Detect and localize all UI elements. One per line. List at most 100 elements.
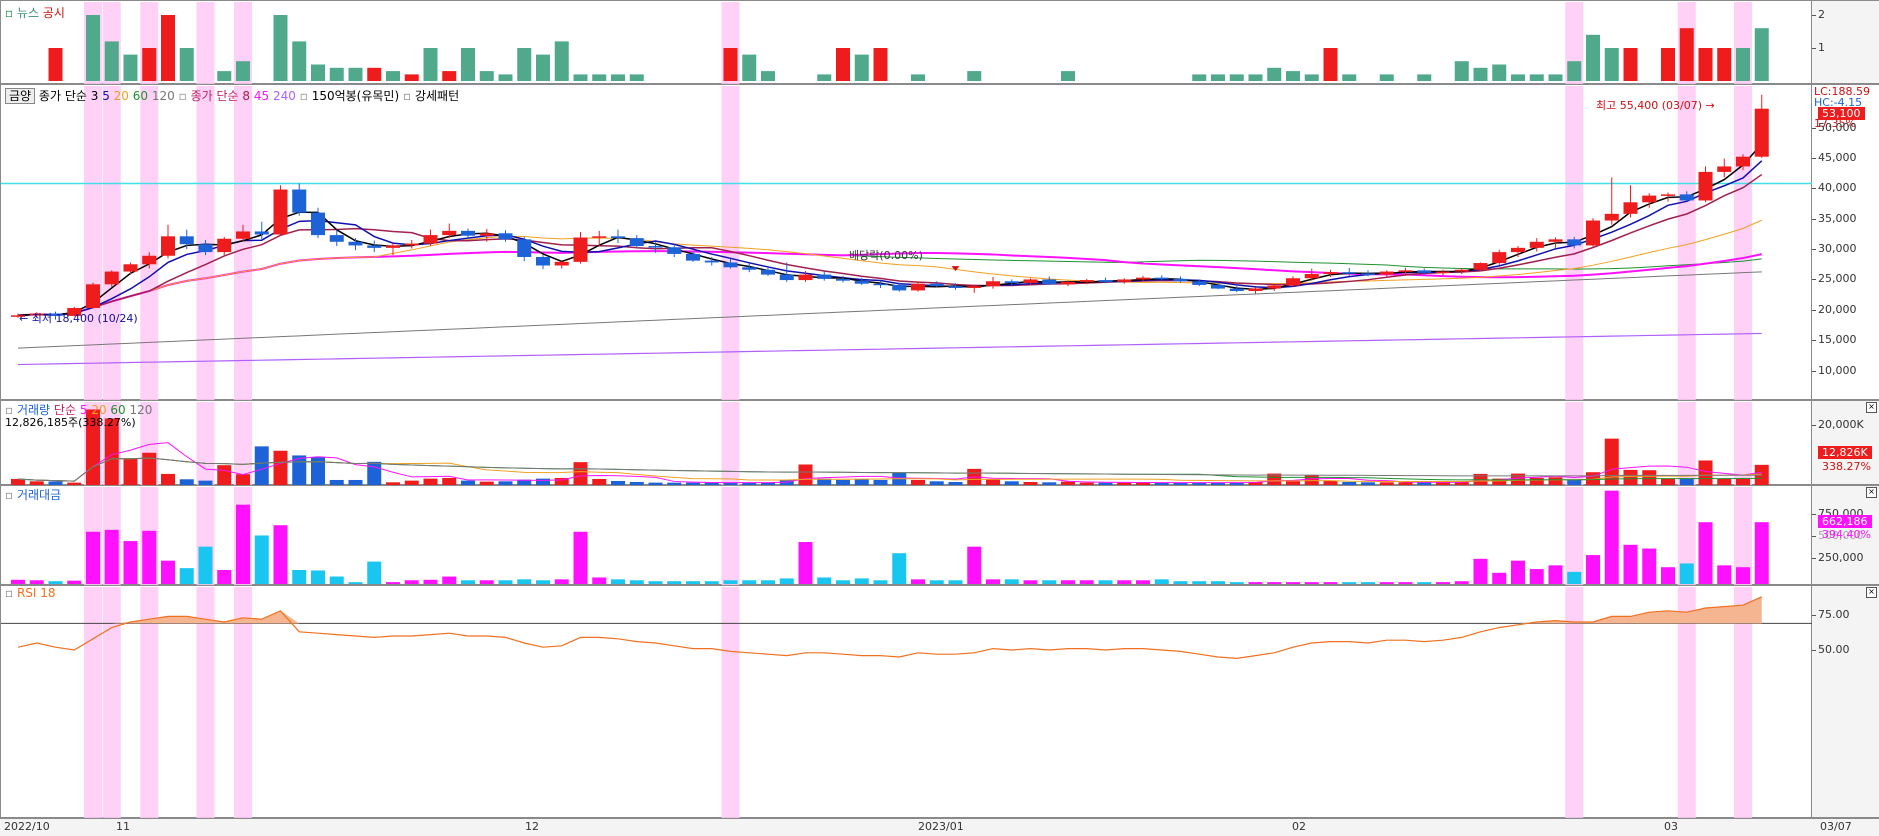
low-annotation: ← 최저 18,400 (10/24): [19, 310, 138, 326]
news-bar: [423, 48, 438, 81]
news-axis: 2 1: [1812, 0, 1879, 84]
news-bar: [1454, 61, 1469, 81]
extra2-label[interactable]: 강세패턴: [415, 89, 459, 103]
price-tick: 20,000: [1818, 302, 1857, 316]
candle-body: [948, 286, 963, 288]
trading-value-bar: [836, 580, 850, 584]
close-volume-icon[interactable]: ×: [1866, 402, 1877, 413]
extra1-toggle[interactable]: ▫: [300, 89, 308, 103]
ma-5-label[interactable]: 5: [102, 89, 110, 103]
volume-plot[interactable]: ▫ 거래량 단순 5 20 60 120 12,826,185주(338.27%…: [0, 400, 1812, 485]
price-tick: 15,000: [1818, 333, 1857, 347]
candle-body: [367, 245, 382, 248]
trading-value-bar: [911, 579, 925, 584]
candle-body: [817, 274, 832, 279]
candle-body: [1567, 239, 1582, 246]
trading-value-bar: [817, 577, 832, 584]
trading-value-bar: [723, 580, 738, 584]
ma-b-toggle[interactable]: ▫: [179, 89, 187, 103]
rsi-axis: 75.00 50.00: [1812, 585, 1879, 818]
news-square-icon[interactable]: ▫: [5, 6, 13, 20]
candle-body: [1736, 156, 1750, 167]
ma-240-label[interactable]: 240: [273, 89, 296, 103]
trading-value-toggle[interactable]: ▫: [5, 488, 13, 502]
volume-bar: [161, 473, 175, 485]
candle-body: [179, 236, 194, 245]
trading-value-bar: [1398, 582, 1413, 584]
trading-value-bar: [217, 570, 232, 584]
volume-bar: [1511, 473, 1525, 485]
candle-body: [723, 262, 738, 268]
candle-body: [1342, 272, 1357, 274]
highlight-column: [234, 86, 252, 400]
trading-value-bar: [123, 541, 138, 584]
trading-value-bar: [273, 525, 288, 584]
close-rsi-icon[interactable]: ×: [1866, 587, 1877, 598]
news-bar: [123, 54, 138, 81]
candle-body: [123, 264, 138, 272]
ma-60-label[interactable]: 60: [133, 89, 148, 103]
volume-bar: [1529, 477, 1544, 485]
x-label-11: 11: [116, 820, 130, 833]
trading-value-bar: [667, 581, 682, 584]
news-bar: [573, 74, 588, 81]
price-tick: 45,000: [1818, 150, 1857, 164]
news-bar: [1473, 67, 1488, 81]
rsi-plot[interactable]: ▫ RSI 18: [0, 585, 1813, 818]
disclosure-label: 공시: [42, 6, 65, 20]
highlight-column: [196, 2, 215, 84]
ma-45-label[interactable]: 45: [254, 89, 269, 103]
trading-value-plot[interactable]: ▫ 거래대금: [0, 485, 1812, 585]
candle-body: [911, 283, 925, 291]
volume-bar: [367, 461, 382, 485]
ma-8-label[interactable]: 8: [242, 89, 250, 103]
right-arrow-icon: →: [1705, 99, 1715, 112]
extra1-label[interactable]: 150억봉(유목민): [312, 89, 399, 103]
trading-value-bar: [1079, 580, 1094, 584]
volume-sub-label: 12,826,185주(338.27%): [5, 416, 136, 429]
trading-value-bar: [1492, 572, 1507, 584]
rsi-series-line: [17, 596, 1762, 660]
price-axis: LC:188.59 HC:-4.15 17.35% 50,000 45,000 40…: [1812, 84, 1879, 400]
price-plot[interactable]: 금양 종가 단순 3 5 20 60 120 ▫ 종가 단순 8 45 240 …: [0, 84, 1813, 400]
candle-body: [1661, 194, 1675, 196]
news-bar: [873, 48, 888, 81]
rsi-toggle[interactable]: ▫: [5, 586, 13, 600]
news-bar: [1679, 28, 1694, 81]
candle-body: [104, 271, 119, 285]
volume-bar: [123, 458, 138, 485]
ma-a-title: 종가 단순: [38, 89, 87, 103]
trading-value-bar: [1211, 581, 1225, 584]
news-plot[interactable]: ▫ 뉴스 공시: [0, 0, 1812, 84]
highlight-column: [1565, 402, 1584, 485]
trading-value-bar: [142, 530, 157, 584]
highlight-column: [721, 487, 740, 585]
volume-bars: [11, 402, 1769, 485]
candle-body: [1398, 270, 1413, 272]
trading-value-bar: [1642, 548, 1657, 584]
candle-body: [217, 238, 232, 253]
trading-value-bar: [986, 579, 1000, 584]
trading-value-axis: 750,000 500,000 250,000 394.40%: [1812, 485, 1879, 585]
candle-body: [86, 284, 100, 309]
candle-body: [798, 274, 813, 281]
close-trading-value-icon[interactable]: ×: [1866, 487, 1877, 498]
legend-toggle-button[interactable]: 금양: [5, 88, 36, 104]
ma-20-label[interactable]: 20: [114, 89, 129, 103]
candle-body: [536, 256, 550, 266]
candle-body: [761, 269, 775, 275]
price-tick: 50,000: [1818, 120, 1857, 134]
trading-value-bar: [1342, 582, 1357, 584]
candle-body: [1248, 288, 1263, 292]
extra2-toggle[interactable]: ▫: [403, 89, 411, 103]
ma-120-label[interactable]: 120: [152, 89, 175, 103]
rsi-tick-50: 50.00: [1818, 643, 1850, 656]
news-bar: [292, 41, 307, 81]
ma-3-label[interactable]: 3: [91, 89, 99, 103]
highlight-column: [140, 86, 159, 400]
news-bar: [723, 48, 738, 81]
candle-body: [1004, 281, 1019, 284]
news-bar: [1604, 48, 1619, 81]
news-bar: [142, 48, 157, 81]
news-panel: ▫ 뉴스 공시 2 1: [0, 0, 1879, 84]
